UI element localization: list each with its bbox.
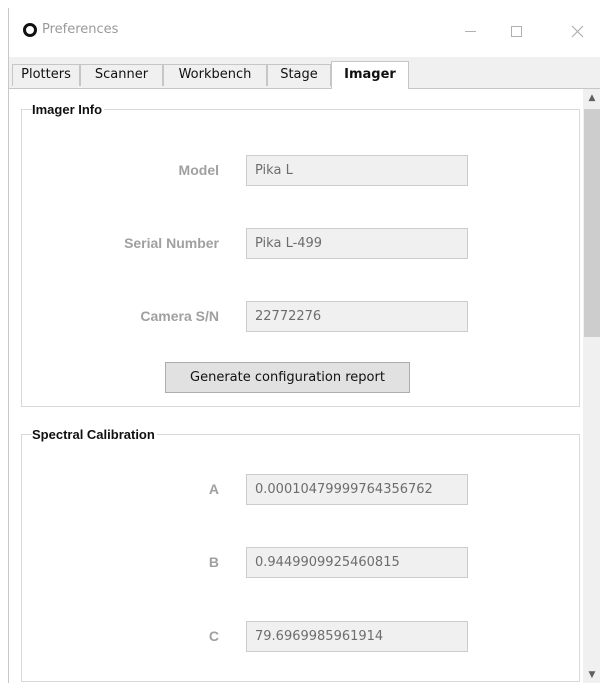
tab-workbench[interactable]: Workbench [163,64,267,86]
tab-scanner[interactable]: Scanner [80,64,163,86]
coefficient-a-field[interactable]: 0.00010479999764356762 [246,474,468,505]
coefficient-b-field[interactable]: 0.9449909925460815 [246,547,468,578]
tab-plotters[interactable]: Plotters [12,64,80,86]
spectral-calibration-title: Spectral Calibration [32,427,157,442]
imager-info-group: Imager Info Model Pika L Serial Number P… [21,102,580,407]
minimize-button[interactable] [450,16,490,46]
minimize-icon [464,30,476,32]
vertical-scrollbar[interactable]: ▲ ▼ [583,89,600,683]
scroll-thumb[interactable] [584,109,600,337]
close-button[interactable] [557,16,597,46]
title-bar: Preferences [9,8,600,56]
close-icon [571,25,583,37]
tab-strip: Plotters Scanner Workbench Stage Imager [9,57,600,89]
serial-number-label: Serial Number [124,235,219,251]
camera-sn-field[interactable]: 22772276 [246,301,468,332]
generate-report-button[interactable]: Generate configuration report [165,362,410,393]
scroll-down-arrow-icon[interactable]: ▼ [583,666,600,683]
maximize-button[interactable] [496,16,536,46]
coefficient-c-label: C [208,628,219,644]
window-title: Preferences [42,22,119,37]
maximize-icon [510,25,522,37]
camera-sn-label: Camera S/N [140,308,219,324]
app-ring-icon [23,23,37,37]
serial-number-field[interactable]: Pika L-499 [246,228,468,259]
model-label: Model [178,162,219,178]
imager-panel: Imager Info Model Pika L Serial Number P… [9,89,583,683]
scroll-up-arrow-icon[interactable]: ▲ [583,89,600,106]
tab-imager[interactable]: Imager [331,61,409,89]
preferences-window: Preferences Plotters Scanner Workbench S… [8,8,600,683]
tab-stage[interactable]: Stage [267,64,331,86]
coefficient-c-field[interactable]: 79.6969985961914 [246,621,468,652]
coefficient-a-label: A [208,481,219,497]
imager-info-title: Imager Info [32,102,105,117]
spectral-calibration-group: Spectral Calibration A 0.000104799997643… [21,427,580,682]
coefficient-b-label: B [208,554,219,570]
model-field[interactable]: Pika L [246,155,468,186]
